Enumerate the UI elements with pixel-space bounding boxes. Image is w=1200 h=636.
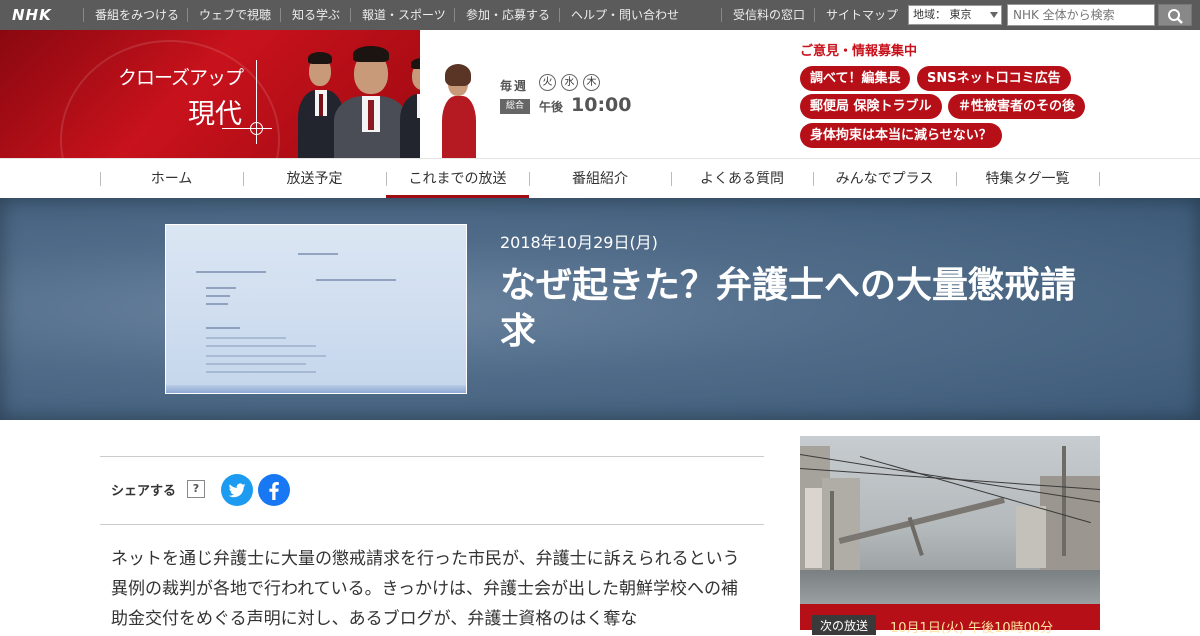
nhk-logo[interactable]: NHK [12,6,52,24]
episode-date: 2018年10月29日(月) [500,233,658,252]
search-input[interactable] [1007,4,1155,26]
nav-past-broadcasts[interactable]: これまでの放送 [386,159,529,199]
thumbnail-taskbar [166,385,466,393]
facebook-share-button[interactable] [258,474,290,506]
nav-tags[interactable]: 特集タグ一覧 [956,159,1099,199]
global-nav-participate[interactable]: 参加・応募する [453,0,550,30]
episode-title: なぜ起きた？弁護士への大量懲戒請求 [500,265,1077,352]
region-select[interactable]: 地域： 東京 [908,5,1002,25]
nav-separator [1099,172,1100,186]
nav-about[interactable]: 番組紹介 [529,159,671,199]
schedule-day-tue: 火 [539,74,556,91]
divider [100,456,764,457]
global-nav-bar: NHK 番組をみつける ウェブで視聴 知る学ぶ 報道・スポーツ 参加・応募する … [0,0,1200,30]
global-nav-learn[interactable]: 知る学ぶ [279,0,340,30]
banner-decoration [60,40,280,158]
nav-home[interactable]: ホーム [100,159,243,199]
opinion-pill-editor[interactable]: 調べて！編集長 [800,66,911,91]
facebook-icon [269,482,279,500]
global-nav-help[interactable]: ヘルプ・問い合わせ [558,0,679,30]
global-nav-sitemap[interactable]: サイトマップ [813,0,898,30]
opinion-pill-restraint[interactable]: 身体拘束は本当に減らせない？ [800,123,1002,148]
episode-thumbnail [165,224,467,394]
search-icon [1168,9,1183,24]
share-label: シェアする [111,484,177,499]
program-title-line1: クローズアップ [118,67,244,89]
global-nav-news-sports[interactable]: 報道・スポーツ [350,0,446,30]
global-nav-watch-web[interactable]: ウェブで視聴 [186,0,271,30]
road [800,570,1100,604]
schedule-pm: 午後 [539,100,564,114]
schedule-every-week: 毎週 [500,79,529,93]
nav-minna-plus[interactable]: みんなでプラス [813,159,956,199]
region-value: 東京 [949,8,972,21]
next-broadcast-image[interactable] [800,436,1100,604]
schedule-channel-badge: 総合 [500,99,530,114]
next-broadcast-label: 次の放送 [812,615,877,635]
opinion-pill-victims[interactable]: ＃性被害者のその後 [948,94,1086,119]
program-title-line2: 現代 [188,99,242,130]
global-nav-find-programs[interactable]: 番組をみつける [82,0,179,30]
twitter-share-button[interactable] [221,474,253,506]
global-nav-fee[interactable]: 受信料の窓口 [720,0,805,30]
region-label: 地域： [913,8,946,21]
divider [100,524,764,525]
schedule-time: 10:00 [571,94,632,116]
nav-faq[interactable]: よくある質問 [671,159,813,199]
nav-schedule[interactable]: 放送予定 [243,159,386,199]
opinion-pill-post-office[interactable]: 郵便局 保険トラブル [800,94,942,119]
search-button[interactable] [1158,4,1192,26]
share-help-button[interactable]: ? [187,480,205,498]
episode-hero: 2018年10月29日(月) なぜ起きた？弁護士への大量懲戒請求 [0,198,1200,420]
chevron-down-icon [990,12,998,18]
schedule-day-wed: 水 [561,74,578,91]
opinion-heading: ご意見・情報募集中 [800,44,918,59]
twitter-icon [228,483,246,498]
title-crosshair-horizontal [222,128,272,129]
schedule-day-thu: 木 [583,74,600,91]
next-broadcast-time: 10月1日(火) 午後10時00分 [890,621,1054,636]
cast-figure-4 [438,64,478,158]
article-lead: ネットを通じ弁護士に大量の懲戒請求を行った市民が、弁護士に訴えられるという異例の… [111,549,740,629]
program-header: クローズアップ 現代 毎週 火 水 木 総合 午後 10:00 ご意見・情報募集… [0,30,1200,158]
opinion-pill-sns-ads[interactable]: SNSネット口コミ広告 [917,66,1071,91]
program-nav: ホーム 放送予定 これまでの放送 番組紹介 よくある質問 みんなでプラス 特集タ… [0,158,1200,199]
title-crosshair-circle [250,122,263,135]
program-banner[interactable]: クローズアップ 現代 [0,30,420,158]
cast-figure-3 [398,58,420,158]
